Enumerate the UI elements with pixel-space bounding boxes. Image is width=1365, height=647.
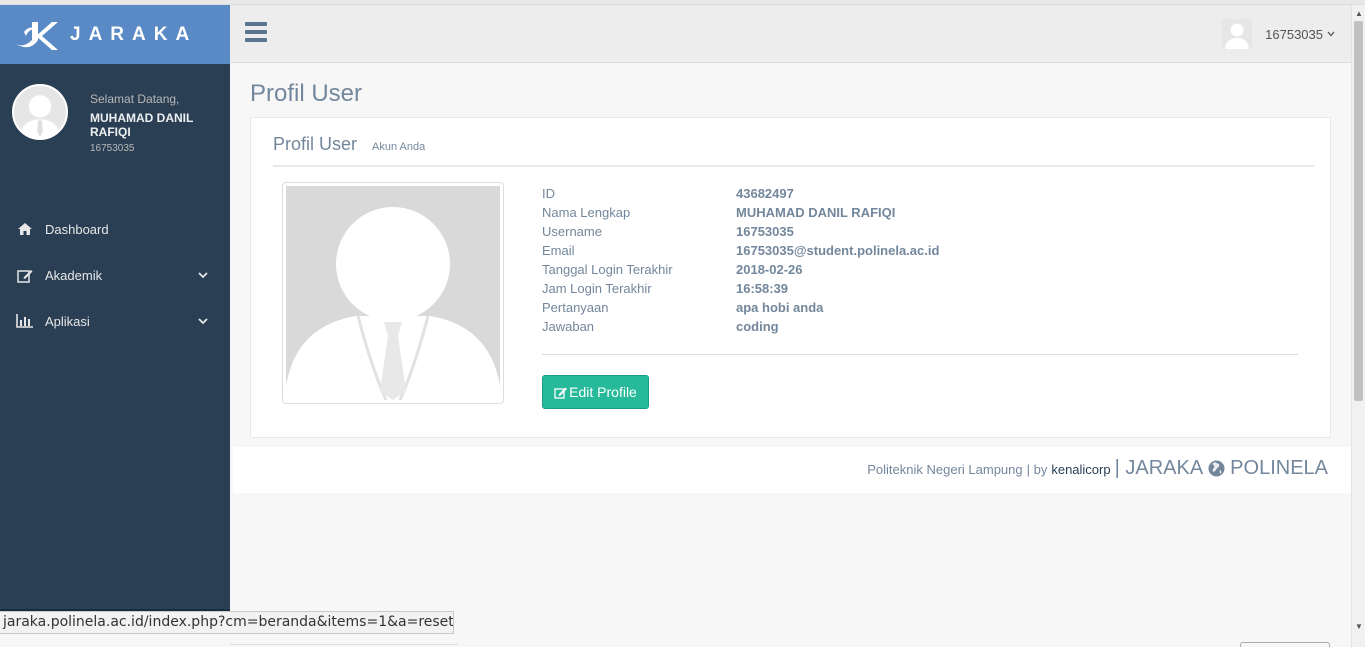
scrollbar-thumb[interactable]	[1354, 21, 1363, 401]
brand-bar[interactable]: JARAKA	[0, 5, 230, 64]
profile-info-table: ID 43682497 Nama Lengkap MUHAMAD DANIL R…	[542, 184, 939, 336]
field-value: 16753035	[736, 224, 794, 239]
panel-title: Profil User	[273, 134, 358, 154]
menu-toggle-icon[interactable]	[245, 22, 267, 44]
user-dropdown[interactable]: 16753035	[1222, 19, 1335, 49]
footer-by: | by	[1026, 462, 1048, 477]
top-navbar: 16753035	[230, 5, 1351, 63]
field-label: Email	[542, 243, 575, 258]
footer-brand-left: | JARAKA	[1114, 457, 1204, 479]
welcome-text: Selamat Datang,	[90, 92, 180, 106]
scroll-down-arrow-icon[interactable]: ▼	[1355, 622, 1363, 631]
field-value: coding	[736, 319, 779, 334]
sidebar-menu: Dashboard Akademik Aplikasi	[0, 206, 230, 344]
sidebar-item-label: Aplikasi	[45, 313, 90, 329]
browser-status-bar: jaraka.polinela.ac.id/index.php?cm=beran…	[0, 611, 454, 634]
field-value: 43682497	[736, 186, 794, 201]
avatar	[12, 84, 68, 140]
sidebar-item-label: Akademik	[45, 267, 103, 283]
info-row-id: ID 43682497	[542, 184, 939, 203]
profile-panel: Profil User Akun Anda ID 43682497 Nama L…	[250, 117, 1331, 438]
field-value: apa hobi anda	[736, 300, 824, 315]
field-label: Jawaban	[542, 319, 595, 334]
footer-brand-right: POLINELA	[1230, 457, 1328, 479]
field-label: Nama Lengkap	[542, 205, 631, 220]
sidebar-item-dashboard[interactable]: Dashboard	[0, 206, 230, 252]
info-row-answer: Jawaban coding	[542, 317, 939, 336]
field-label: Jam Login Terakhir	[542, 281, 652, 296]
scroll-up-arrow-icon[interactable]: ▲	[1355, 9, 1363, 18]
field-label: Pertanyaan	[542, 300, 609, 315]
sidebar: JARAKA Selamat Datang, MUHAMAD DANIL RAF…	[0, 5, 230, 647]
field-label: ID	[542, 186, 555, 201]
sidebar-profile: Selamat Datang, MUHAMAD DANIL RAFIQI 167…	[0, 64, 230, 194]
field-label: Username	[542, 224, 602, 239]
user-id: 16753035	[90, 143, 135, 154]
home-icon	[15, 221, 35, 237]
panel-subtitle: Akun Anda	[372, 141, 426, 153]
avatar	[1222, 19, 1253, 49]
edit-icon	[554, 386, 568, 399]
chevron-down-icon	[198, 267, 208, 282]
page-title: Profil User	[250, 80, 363, 107]
field-label: Tanggal Login Terakhir	[542, 262, 673, 277]
edit-profile-button[interactable]: Edit Profile	[542, 375, 649, 409]
field-value: MUHAMAD DANIL RAFIQI	[736, 205, 896, 220]
globe-icon	[1208, 460, 1225, 477]
edit-icon	[15, 267, 35, 283]
bar-chart-icon	[15, 313, 35, 329]
footer-org: Politeknik Negeri Lampung	[867, 462, 1023, 477]
jk-logo-icon	[14, 18, 58, 52]
profile-photo	[282, 182, 504, 404]
chevron-down-icon	[198, 313, 208, 328]
info-row-username: Username 16753035	[542, 222, 939, 241]
field-value: 16:58:39	[736, 281, 789, 296]
info-row-nama-lengkap: Nama Lengkap MUHAMAD DANIL RAFIQI	[542, 203, 939, 222]
info-row-last-login-date: Tanggal Login Terakhir 2018-02-26	[542, 260, 939, 279]
edit-profile-label: Edit Profile	[569, 384, 637, 400]
info-row-last-login-time: Jam Login Terakhir 16:58:39	[542, 279, 939, 298]
page-scrollbar[interactable]: ▲ ▼	[1351, 5, 1365, 647]
footer-link-kenalicorp[interactable]: kenalicorp	[1051, 462, 1110, 477]
divider	[273, 165, 1314, 167]
sidebar-item-aplikasi[interactable]: Aplikasi	[0, 298, 230, 344]
info-row-email: Email 16753035@student.polinela.ac.id	[542, 241, 939, 260]
brand-name: JARAKA	[70, 23, 198, 45]
bottom-strip	[0, 634, 1351, 647]
footer: Politeknik Negeri Lampung | by kenalicor…	[233, 447, 1351, 493]
divider	[542, 354, 1298, 355]
user-full-name: MUHAMAD DANIL RAFIQI	[90, 111, 194, 139]
field-value: 16753035@student.polinela.ac.id	[736, 243, 940, 258]
sidebar-item-akademik[interactable]: Akademik	[0, 252, 230, 298]
topbar-username: 16753035	[1265, 26, 1323, 42]
footer-brand: | JARAKA POLINELA	[1115, 457, 1328, 480]
info-row-question: Pertanyaan apa hobi anda	[542, 298, 939, 317]
sidebar-item-label: Dashboard	[45, 221, 109, 237]
field-value: 2018-02-26	[736, 262, 803, 277]
chevron-down-icon	[1327, 29, 1335, 39]
